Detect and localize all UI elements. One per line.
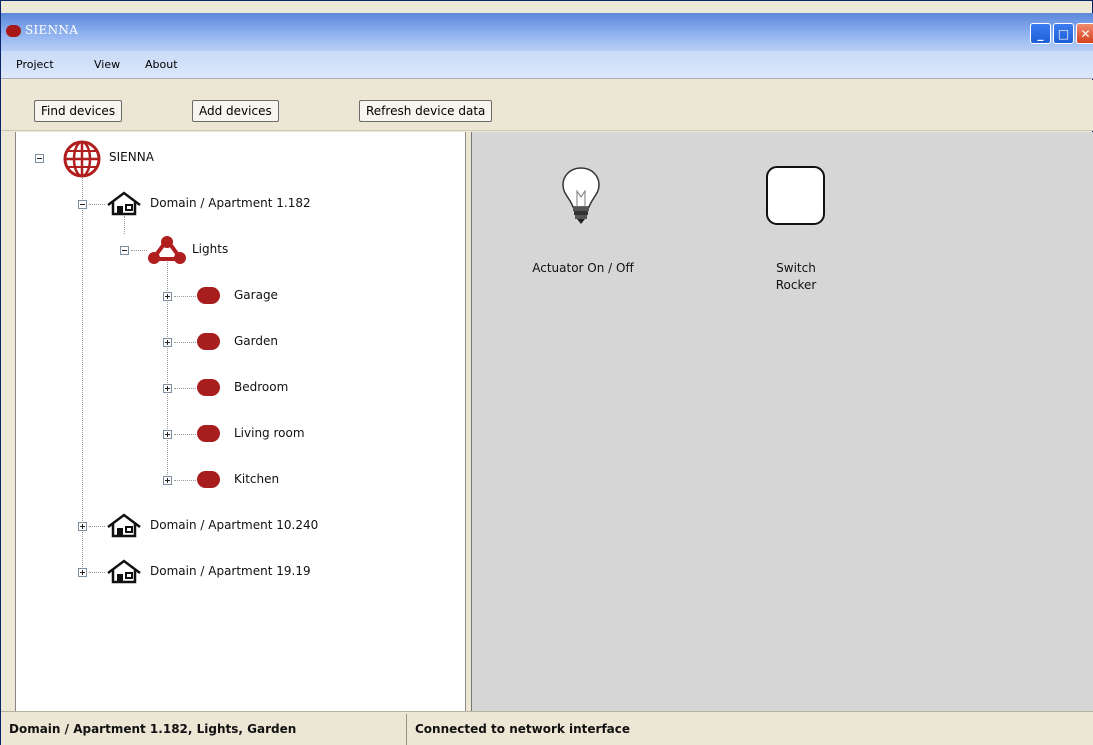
switch-rocker-icon[interactable] [766, 166, 825, 225]
tree-room-kitchen[interactable]: Kitchen [234, 472, 279, 486]
expand-toggle[interactable] [163, 430, 172, 439]
tree-line [174, 480, 196, 481]
menu-view[interactable]: View [94, 58, 120, 71]
device-canvas: Actuator On / Off Switch Rocker [471, 132, 1093, 711]
status-bar: Domain / Apartment 1.182, Lights, Garden… [1, 711, 1093, 745]
add-devices-button[interactable]: Add devices [192, 100, 279, 122]
status-selection: Domain / Apartment 1.182, Lights, Garden [9, 722, 297, 736]
tree-room-garage[interactable]: Garage [234, 288, 278, 302]
tree-domain-1182[interactable]: Domain / Apartment 1.182 [150, 196, 311, 210]
tree-line [174, 434, 196, 435]
minimize-icon: _ [1037, 26, 1044, 41]
maximize-button[interactable]: □ [1053, 23, 1074, 44]
window-controls: _ □ ✕ [1030, 23, 1093, 44]
collapse-toggle[interactable] [35, 154, 44, 163]
house-icon [107, 191, 141, 216]
tree-line [89, 526, 105, 527]
tree-lights[interactable]: Lights [192, 242, 228, 256]
house-icon [107, 559, 141, 584]
close-button[interactable]: ✕ [1076, 23, 1093, 44]
light-device-icon [197, 425, 220, 442]
find-devices-button[interactable]: Find devices [34, 100, 123, 122]
device-tree: SIENNA Domain / Apartment 1.182 Lights G… [15, 132, 466, 711]
light-device-icon [197, 471, 220, 488]
tree-room-bedroom[interactable]: Bedroom [234, 380, 288, 394]
expand-toggle[interactable] [163, 476, 172, 485]
expand-toggle[interactable] [163, 338, 172, 347]
tree-line [174, 388, 196, 389]
actuator-label: Actuator On / Off [532, 261, 634, 275]
status-connection: Connected to network interface [415, 722, 631, 736]
tree-line [131, 250, 147, 251]
menu-about[interactable]: About [145, 58, 178, 71]
tree-line [89, 572, 105, 573]
minimize-button[interactable]: _ [1030, 23, 1051, 44]
expand-toggle[interactable] [163, 384, 172, 393]
menu-bar: Project View About [1, 51, 1093, 79]
expand-toggle[interactable] [163, 292, 172, 301]
tree-room-garden[interactable]: Garden [234, 334, 278, 348]
menu-project[interactable]: Project [16, 58, 54, 71]
tree-line [174, 342, 196, 343]
tree-line [124, 216, 125, 234]
tree-room-living-room[interactable]: Living room [234, 426, 305, 440]
window-title: SIENNA [25, 23, 79, 37]
light-group-icon [148, 236, 186, 264]
light-device-icon [197, 287, 220, 304]
title-bar[interactable]: SIENNA _ □ ✕ [1, 13, 1093, 51]
tree-domain-1919[interactable]: Domain / Apartment 19.19 [150, 564, 311, 578]
maximize-icon: □ [1057, 26, 1070, 41]
refresh-device-data-button[interactable]: Refresh device data [359, 100, 493, 122]
switch-label-line1: Switch [776, 261, 816, 275]
close-icon: ✕ [1080, 26, 1091, 41]
app-icon [6, 25, 21, 37]
tree-line [174, 296, 196, 297]
status-divider [406, 714, 407, 745]
tree-line [82, 167, 83, 567]
switch-label-line2: Rocker [775, 278, 817, 292]
tree-domain-10240[interactable]: Domain / Apartment 10.240 [150, 518, 318, 532]
tree-root-label[interactable]: SIENNA [109, 150, 154, 164]
expand-toggle[interactable] [78, 522, 87, 531]
expand-toggle[interactable] [78, 568, 87, 577]
app-window: SIENNA _ □ ✕ Project View About Find dev… [0, 0, 1093, 745]
house-icon [107, 513, 141, 538]
globe-icon [63, 140, 101, 178]
lightbulb-icon[interactable] [560, 165, 602, 227]
tree-line [89, 204, 105, 205]
toolbar: Find devices Add devices Refresh device … [1, 80, 1093, 131]
light-device-icon [197, 379, 220, 396]
collapse-toggle[interactable] [120, 246, 129, 255]
light-device-icon [197, 333, 220, 350]
collapse-toggle[interactable] [78, 200, 87, 209]
